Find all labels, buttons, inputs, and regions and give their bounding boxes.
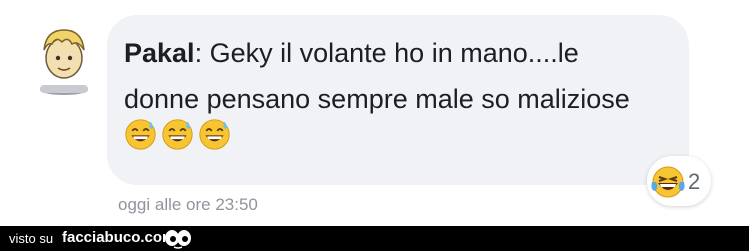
grinning-sweat-emoji-icon: [162, 119, 193, 150]
reaction-count: 2: [688, 169, 701, 194]
laughing-tears-emoji-icon: [651, 166, 685, 198]
reactions-pill[interactable]: 2: [647, 156, 711, 206]
comment-text-line-1: Geky il volante ho in mano....le: [202, 38, 579, 68]
comment-text-line-2: donne pensano sempre male so maliziose: [124, 84, 630, 114]
avatar[interactable]: [34, 22, 98, 102]
grinning-sweat-emoji-icon: [199, 119, 230, 150]
comment-timestamp[interactable]: oggi alle ore 23:50: [118, 195, 258, 215]
eyes-logo-icon: [165, 230, 191, 249]
comment-line-1: Pakal: Geky il volante ho in mano....le: [124, 30, 684, 76]
comment-author[interactable]: Pakal: [124, 38, 195, 68]
author-separator: :: [194, 38, 203, 68]
footer-visto-label: visto su: [9, 231, 54, 246]
footer-watermark: visto su facciabuco.com: [0, 226, 749, 251]
footer-brand: facciabuco.com: [62, 229, 176, 246]
comment-text: Pakal: Geky il volante ho in mano....le …: [124, 30, 684, 122]
grinning-sweat-emoji-icon: [125, 119, 156, 150]
emoji-row: [124, 118, 231, 152]
cartoon-avatar-icon: [40, 29, 88, 95]
